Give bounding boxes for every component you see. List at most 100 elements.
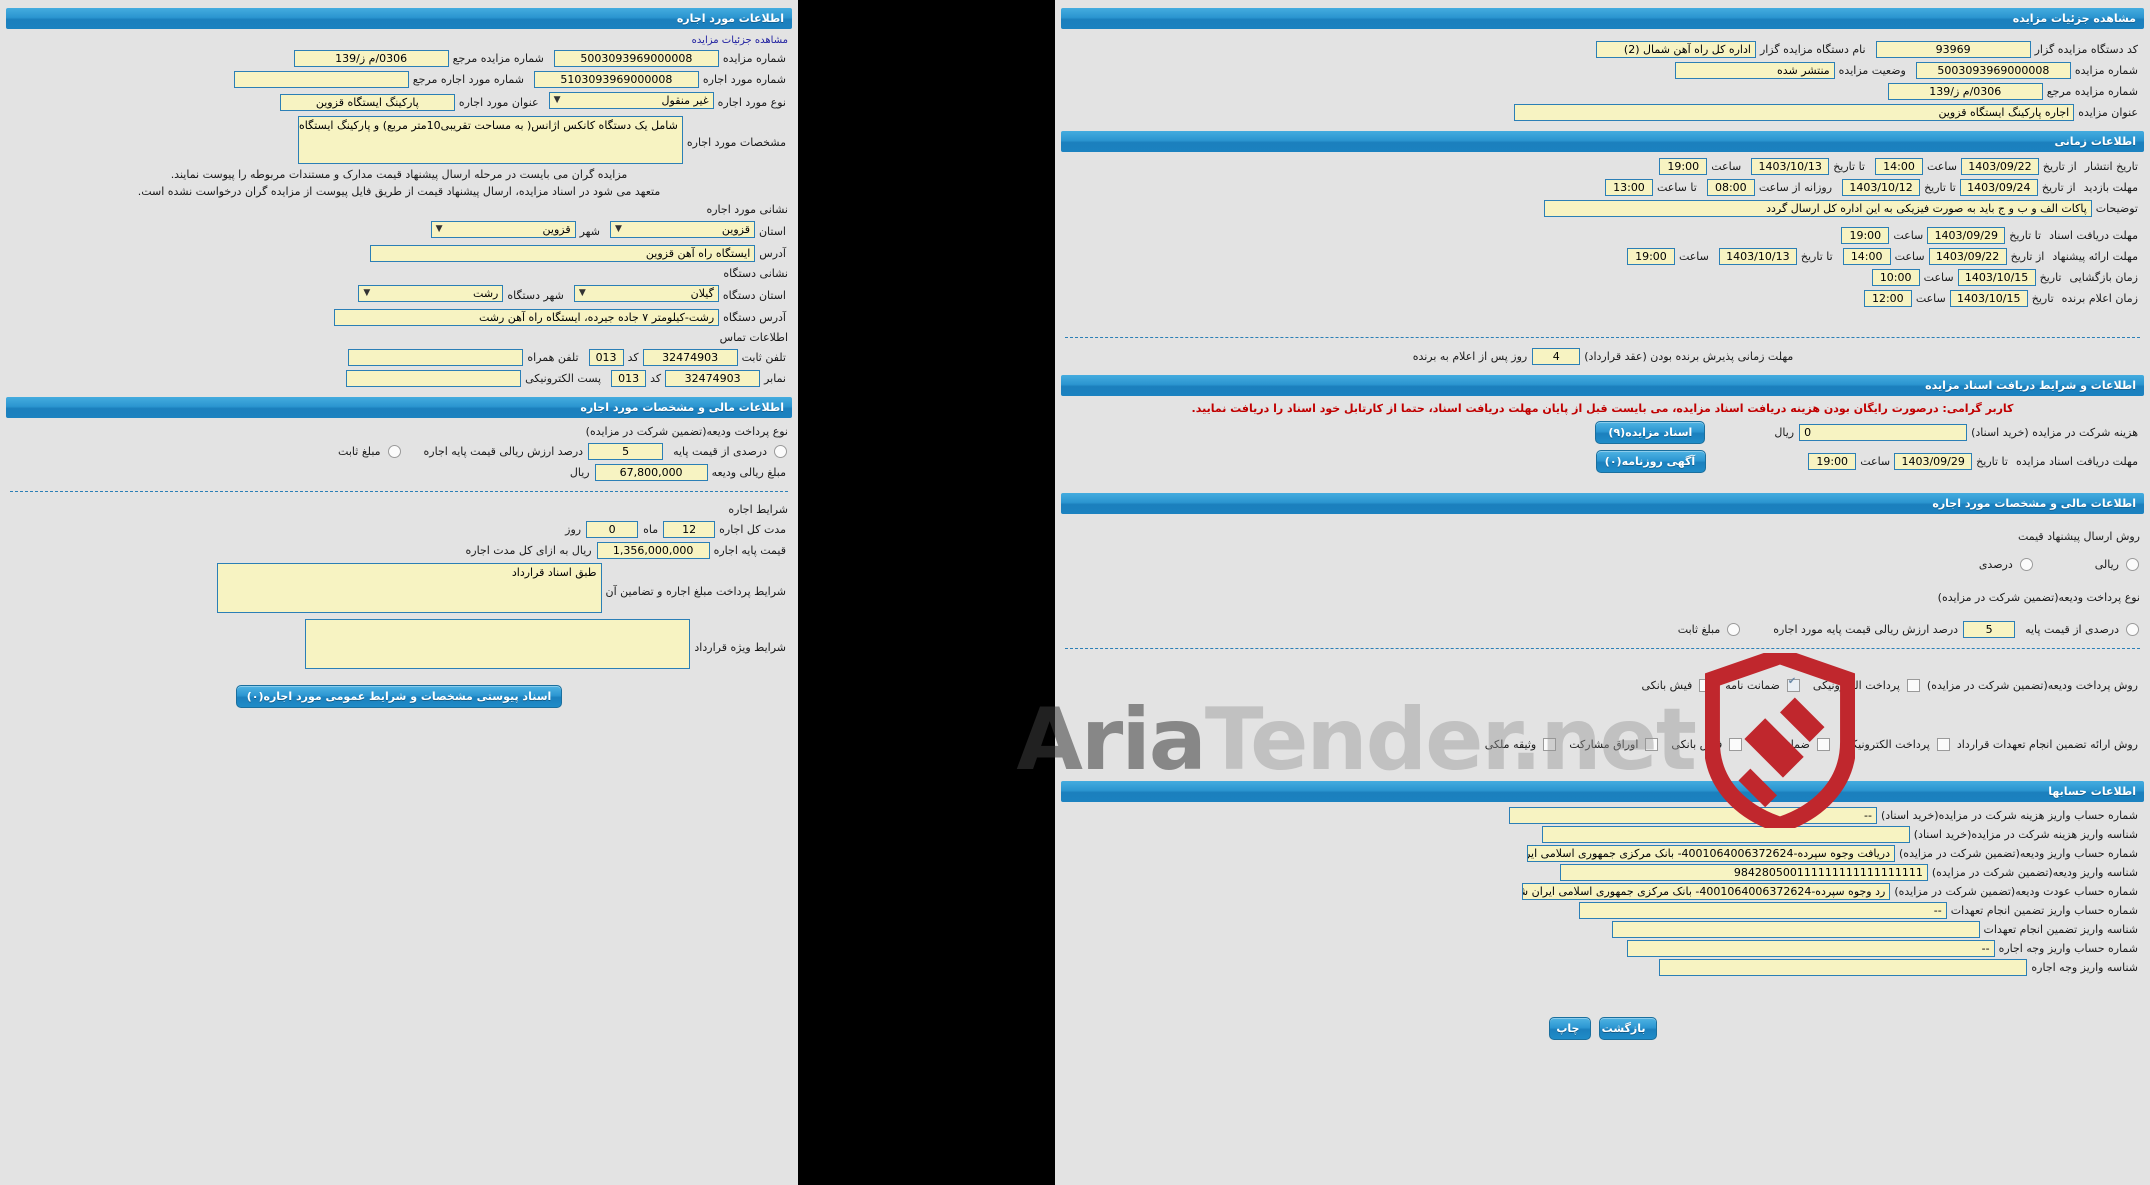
field-rent-number[interactable]: 5103093969000008 (533, 71, 699, 88)
account-label: شماره حساب واریز هزینه شرکت در مزایده(خر… (1880, 809, 2138, 822)
label-guarantee-bonds: اوراق مشارکت (1569, 738, 1639, 751)
label-opening-time: زمان بازگشایی (2069, 271, 2139, 284)
radio-deposit-percent[interactable] (774, 445, 787, 458)
field-duration-days[interactable]: 0 (586, 521, 639, 538)
attachment-docs-button[interactable]: اسناد پیوستی مشخصات و شرایط عمومی مورد ا… (235, 685, 563, 708)
field-docs-deadline-date[interactable]: 1403/09/29 (1894, 453, 1973, 470)
account-value[interactable]: -- (1508, 807, 1877, 824)
radio-price-method-rial[interactable] (2126, 558, 2139, 571)
field-rent-title[interactable]: پارکینگ ایستگاه قزوین (279, 93, 455, 111)
field-auction-number[interactable]: 5003093969000008 (553, 50, 719, 67)
field-phone[interactable]: 32474903 (642, 349, 738, 366)
account-value[interactable]: رد وجوه سپرده-4001064006372624- بانک مرک… (1522, 883, 1891, 900)
field-mobile[interactable] (348, 349, 524, 366)
field-offer-to-date[interactable]: 1403/10/13 (1718, 248, 1797, 265)
field-publish-time[interactable]: 14:00 (1874, 158, 1923, 175)
field-opening-hour[interactable]: 10:00 (1871, 269, 1920, 286)
field-doc-deadline-date[interactable]: 1403/09/29 (1927, 227, 2006, 244)
field-deposit-percent[interactable]: 5 (588, 443, 664, 460)
checkbox-guarantee-letter[interactable] (1816, 738, 1830, 751)
auction-docs-button[interactable]: اسناد مزایده(۹) (1595, 421, 1706, 444)
radio-price-method-percent[interactable] (2019, 558, 2033, 571)
link-view-auction-details[interactable]: مشاهده جزئیات مزایده (0, 33, 798, 48)
field-special-terms[interactable] (305, 619, 691, 669)
field-doc-deadline-time[interactable]: 19:00 (1841, 227, 1890, 244)
divider (10, 491, 788, 492)
field-deposit-amount[interactable]: 67,800,000 (594, 464, 708, 481)
field-docs-fee[interactable]: 0 (1799, 424, 1968, 441)
select-rent-city[interactable]: قزوین (430, 221, 576, 238)
field-deposit-percent[interactable]: 5 (1963, 621, 2016, 638)
account-value[interactable] (1611, 921, 1980, 938)
back-button[interactable]: بازگشت (1598, 1017, 1657, 1040)
field-ref-rent-number[interactable] (233, 71, 409, 88)
field-org-address[interactable]: رشت-کیلومتر ۷ جاده جیرده، ایستگاه راه آه… (334, 309, 720, 326)
divider (1065, 337, 2140, 338)
field-auction-number[interactable]: 5003093969000008 (1915, 62, 2071, 79)
checkbox-deposit-electronic[interactable] (1906, 679, 1920, 692)
checkbox-guarantee-bonds[interactable] (1645, 738, 1659, 751)
field-fax-code[interactable]: 013 (611, 370, 647, 387)
checkbox-deposit-bank-receipt[interactable] (1699, 679, 1713, 692)
field-offer-time[interactable]: 14:00 (1842, 248, 1891, 265)
field-org-code[interactable]: 93969 (1875, 41, 2031, 58)
select-org-province[interactable]: گیلان (573, 285, 719, 302)
field-docs-deadline-time[interactable]: 19:00 (1808, 453, 1857, 470)
account-value[interactable] (1541, 826, 1910, 843)
field-base-price[interactable]: 1,356,000,000 (596, 542, 710, 559)
field-ref-auction-number[interactable]: 0306/م ز/139 (293, 50, 449, 67)
field-opening-date[interactable]: 1403/10/15 (1957, 269, 2036, 286)
field-phone-code[interactable]: 013 (588, 349, 624, 366)
field-winner-hour[interactable]: 12:00 (1863, 290, 1912, 307)
select-rent-province[interactable]: قزوین (609, 221, 755, 238)
checkbox-deposit-guarantee-letter[interactable] (1786, 676, 1800, 692)
print-button[interactable]: چاپ (1548, 1017, 1591, 1040)
account-value[interactable]: 984280500111111111111111111 (1559, 864, 1928, 881)
account-label: شماره حساب واریز تضمین انجام تعهدات (1950, 904, 2138, 917)
row-rent-number: شماره مورد اجاره 5103093969000008 شماره … (0, 69, 798, 90)
checkbox-guarantee-bank-receipt[interactable] (1729, 738, 1743, 751)
newspaper-ad-button[interactable]: آگهی روزنامه(۰) (1596, 450, 1707, 473)
suffix-months: ماه (643, 523, 659, 536)
field-payment-terms[interactable] (216, 563, 602, 613)
field-rent-address[interactable]: ایستگاه راه آهن قزوین (370, 245, 756, 262)
field-visit-daily-to[interactable]: 13:00 (1604, 179, 1653, 196)
field-auction-title[interactable]: اجاره پارکینگ ایستگاه قزوین (1514, 104, 2075, 121)
radio-deposit-percent[interactable] (2126, 623, 2139, 636)
radio-deposit-fixed[interactable] (1727, 623, 1741, 636)
checkbox-guarantee-property-deed[interactable] (1543, 738, 1557, 751)
field-offer-to-time[interactable]: 19:00 (1626, 248, 1675, 265)
field-visit-from-date[interactable]: 1403/09/24 (1959, 179, 2038, 196)
checkbox-guarantee-electronic[interactable] (1936, 738, 1950, 751)
field-visit-to-date[interactable]: 1403/10/12 (1842, 179, 1921, 196)
field-org-name[interactable]: اداره کل راه آهن شمال (2) (1595, 41, 1756, 58)
label-visit-daily-from: روزانه از ساعت (1758, 181, 1833, 194)
select-rent-type[interactable]: غیر منقول (548, 92, 714, 109)
field-winner-accept-days[interactable]: 4 (1532, 348, 1581, 365)
select-org-city[interactable]: رشت (358, 285, 504, 302)
field-publish-from-date[interactable]: 1403/09/22 (1960, 158, 2039, 175)
field-rent-specs[interactable] (297, 116, 683, 164)
field-email[interactable] (346, 370, 522, 387)
field-winner-date[interactable]: 1403/10/15 (1949, 290, 2028, 307)
account-label: شناسه واریز هزینه شرکت در مزایده(خرید اس… (1913, 828, 2138, 841)
account-value[interactable]: دریافت وجوه سپرده-4001064006372624- بانک… (1527, 845, 1896, 862)
label-guarantee-property-deed: وثیقه ملکی (1484, 738, 1537, 751)
field-offer-from-date[interactable]: 1403/09/22 (1928, 248, 2007, 265)
field-duration-months[interactable]: 12 (663, 521, 716, 538)
field-description[interactable]: پاکات الف و ب و ج باید به صورت فیزیکی به… (1543, 200, 2092, 217)
field-fax[interactable]: 32474903 (665, 370, 761, 387)
row-winner-accept: مهلت زمانی پذیرش برنده بودن (عقد قرارداد… (1055, 346, 2150, 367)
radio-deposit-fixed[interactable] (387, 445, 401, 458)
account-value[interactable]: -- (1626, 940, 1995, 957)
label-offer-from: از تاریخ (2010, 250, 2045, 263)
accounts-list: شماره حساب واریز هزینه شرکت در مزایده(خر… (1055, 806, 2150, 977)
field-publish-to-date[interactable]: 1403/10/13 (1751, 158, 1830, 175)
label-payment-terms: شرایط پرداخت مبلغ اجاره و تضامین آن (605, 585, 787, 598)
field-ref-auction-number[interactable]: 0306/م ز/139 (1887, 83, 2043, 100)
row-visit-deadline: مهلت بازدید از تاریخ 1403/09/24 تا تاریخ… (1055, 177, 2150, 198)
field-visit-daily-from[interactable]: 08:00 (1706, 179, 1755, 196)
account-value[interactable]: -- (1578, 902, 1947, 919)
field-publish-to-time[interactable]: 19:00 (1659, 158, 1708, 175)
account-value[interactable] (1659, 959, 2028, 976)
